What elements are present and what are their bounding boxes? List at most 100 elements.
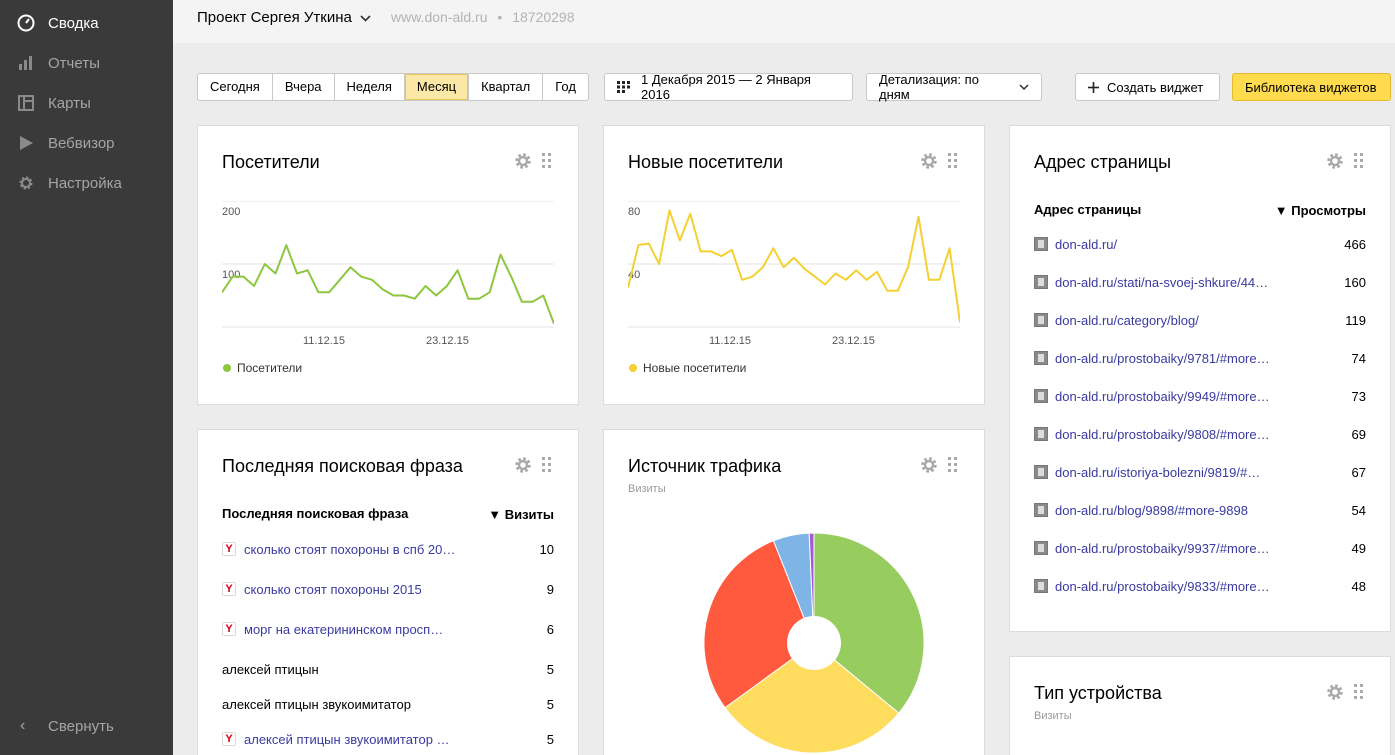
row-value: 69 bbox=[1351, 426, 1366, 442]
sidebar-item-label: Сводка bbox=[48, 14, 99, 32]
row-value: 73 bbox=[1351, 388, 1366, 404]
column-header-sort[interactable]: ▼ Визиты bbox=[488, 507, 554, 522]
widget-tools bbox=[1326, 683, 1364, 701]
column-header-sort[interactable]: ▼ Просмотры bbox=[1275, 203, 1366, 218]
row-label[interactable]: алексей птицын звукоимитатор … bbox=[244, 732, 504, 747]
drag-handle-icon[interactable] bbox=[948, 457, 958, 473]
row-label[interactable]: don-ald.ru/blog/9898/#more-9898 bbox=[1055, 503, 1316, 518]
gear-icon[interactable] bbox=[1326, 152, 1344, 170]
collapse-label: Свернуть bbox=[48, 717, 114, 735]
table-row[interactable]: don-ald.ru/stati/na-svoej-shkure/44… 160 bbox=[1034, 273, 1366, 291]
table-row[interactable]: Yсколько стоят похороны в спб 20… 10 bbox=[222, 540, 554, 558]
widget-tools bbox=[514, 152, 552, 170]
gear-icon[interactable] bbox=[1326, 683, 1344, 701]
table-row[interactable]: Yалексей птицын звукоимитатор … 5 bbox=[222, 730, 554, 748]
row-label[interactable]: don-ald.ru/prostobaiky/9949/#more… bbox=[1055, 389, 1316, 404]
legend-dot bbox=[223, 364, 231, 372]
play-icon bbox=[17, 134, 35, 152]
table-row[interactable]: don-ald.ru/prostobaiky/9781/#more… 74 bbox=[1034, 349, 1366, 367]
row-label[interactable]: морг на екатерининском просп… bbox=[244, 622, 504, 637]
row-label[interactable]: сколько стоят похороны в спб 20… bbox=[244, 542, 504, 557]
table-row[interactable]: don-ald.ru/prostobaiky/9949/#more… 73 bbox=[1034, 387, 1366, 405]
page-icon bbox=[1034, 275, 1048, 289]
create-widget-button[interactable]: Создать виджет bbox=[1075, 73, 1220, 101]
table-row[interactable]: don-ald.ru/prostobaiky/9833/#more… 48 bbox=[1034, 577, 1366, 595]
sidebar-item-webvisor[interactable]: Вебвизор bbox=[0, 123, 173, 163]
table-row[interactable]: don-ald.ru/prostobaiky/9808/#more… 69 bbox=[1034, 425, 1366, 443]
gear-icon[interactable] bbox=[920, 456, 938, 474]
period-week[interactable]: Неделя bbox=[335, 74, 405, 100]
widget-tools bbox=[920, 456, 958, 474]
period-yesterday[interactable]: Вчера bbox=[273, 74, 335, 100]
project-selector[interactable]: Проект Сергея Уткина bbox=[197, 9, 371, 26]
sidebar-item-reports[interactable]: Отчеты bbox=[0, 43, 173, 83]
widget-subtitle: Визиты bbox=[1034, 710, 1072, 722]
period-month[interactable]: Месяц bbox=[404, 74, 470, 100]
page-icon bbox=[1034, 465, 1048, 479]
drag-handle-icon[interactable] bbox=[1354, 153, 1364, 169]
period-quarter[interactable]: Квартал bbox=[469, 74, 544, 100]
table-row[interactable]: Yсколько стоят похороны 2015 9 bbox=[222, 580, 554, 598]
row-label[interactable]: don-ald.ru/category/blog/ bbox=[1055, 313, 1316, 328]
table-row[interactable]: don-ald.ru/blog/9898/#more-9898 54 bbox=[1034, 501, 1366, 519]
widget-subtitle: Визиты bbox=[628, 483, 666, 495]
map-icon bbox=[17, 94, 35, 112]
drag-handle-icon[interactable] bbox=[542, 153, 552, 169]
drag-handle-icon[interactable] bbox=[1354, 684, 1364, 700]
new-visitors-chart bbox=[628, 201, 960, 328]
row-label[interactable]: don-ald.ru/prostobaiky/9937/#more… bbox=[1055, 541, 1316, 556]
sidebar-item-summary[interactable]: Сводка bbox=[0, 3, 173, 43]
sidebar-item-label: Отчеты bbox=[48, 54, 100, 72]
row-label[interactable]: don-ald.ru/ bbox=[1055, 237, 1316, 252]
table-row[interactable]: don-ald.ru/istoriya-bolezni/9819/#… 67 bbox=[1034, 463, 1366, 481]
sidebar-item-label: Настройка bbox=[48, 174, 122, 192]
drag-handle-icon[interactable] bbox=[948, 153, 958, 169]
page-icon bbox=[1034, 579, 1048, 593]
gear-icon[interactable] bbox=[920, 152, 938, 170]
gear-icon[interactable] bbox=[514, 456, 532, 474]
row-label: алексей птицын bbox=[222, 661, 319, 677]
x-tick-label: 23.12.15 bbox=[426, 335, 469, 347]
date-range-button[interactable]: 1 Декабря 2015 — 2 Января 2016 bbox=[604, 72, 853, 102]
row-label[interactable]: don-ald.ru/istoriya-bolezni/9819/#… bbox=[1055, 465, 1316, 480]
calendar-icon bbox=[617, 81, 631, 93]
sidebar-item-maps[interactable]: Карты bbox=[0, 83, 173, 123]
drag-handle-icon[interactable] bbox=[542, 457, 552, 473]
table-row[interactable]: don-ald.ru/category/blog/119 bbox=[1034, 311, 1366, 329]
row-label[interactable]: сколько стоят похороны 2015 bbox=[244, 582, 504, 597]
row-value: 5 bbox=[546, 696, 554, 712]
detail-dropdown[interactable]: Детализация: по дням bbox=[866, 72, 1042, 102]
row-value: 10 bbox=[539, 541, 554, 557]
legend-dot bbox=[629, 364, 637, 372]
widget-tools bbox=[920, 152, 958, 170]
row-label[interactable]: don-ald.ru/prostobaiky/9833/#more… bbox=[1055, 579, 1316, 594]
widget-title: Адрес страницы bbox=[1034, 152, 1172, 172]
row-label[interactable]: don-ald.ru/prostobaiky/9808/#more… bbox=[1055, 427, 1316, 442]
row-value: 6 bbox=[546, 621, 554, 637]
project-name: Проект Сергея Уткина bbox=[197, 9, 352, 26]
chart-legend: Новые посетители bbox=[629, 361, 746, 375]
counter-id: 18720298 bbox=[512, 9, 575, 25]
row-label[interactable]: don-ald.ru/prostobaiky/9781/#more… bbox=[1055, 351, 1316, 366]
row-value: 9 bbox=[546, 581, 554, 597]
page-icon bbox=[1034, 503, 1048, 517]
table-row[interactable]: don-ald.ru/prostobaiky/9937/#more… 49 bbox=[1034, 539, 1366, 557]
date-range-label: 1 Декабря 2015 — 2 Января 2016 bbox=[641, 72, 811, 102]
widget-library-label: Библиотека виджетов bbox=[1245, 79, 1377, 95]
row-label[interactable]: don-ald.ru/stati/na-svoej-shkure/44… bbox=[1055, 275, 1316, 290]
sidebar: Сводка Отчеты Карты Вебвизор Настройка ‹… bbox=[0, 0, 173, 755]
sidebar-collapse-button[interactable]: ‹ Свернуть bbox=[0, 706, 173, 746]
row-value: 5 bbox=[546, 731, 554, 747]
page-icon bbox=[1034, 313, 1048, 327]
row-value: 119 bbox=[1345, 312, 1366, 328]
widget-library-button[interactable]: Библиотека виджетов bbox=[1232, 73, 1391, 101]
table-row[interactable]: Yморг на екатерининском просп… 6 bbox=[222, 620, 554, 638]
sidebar-item-settings[interactable]: Настройка bbox=[0, 163, 173, 203]
plus-icon bbox=[1088, 81, 1099, 93]
x-tick-label: 11.12.15 bbox=[709, 335, 752, 347]
gear-icon[interactable] bbox=[514, 152, 532, 170]
period-year[interactable]: Год bbox=[543, 74, 588, 100]
period-today[interactable]: Сегодня bbox=[198, 74, 273, 100]
table-row[interactable]: don-ald.ru/466 bbox=[1034, 235, 1366, 253]
page-icon bbox=[1034, 237, 1048, 251]
